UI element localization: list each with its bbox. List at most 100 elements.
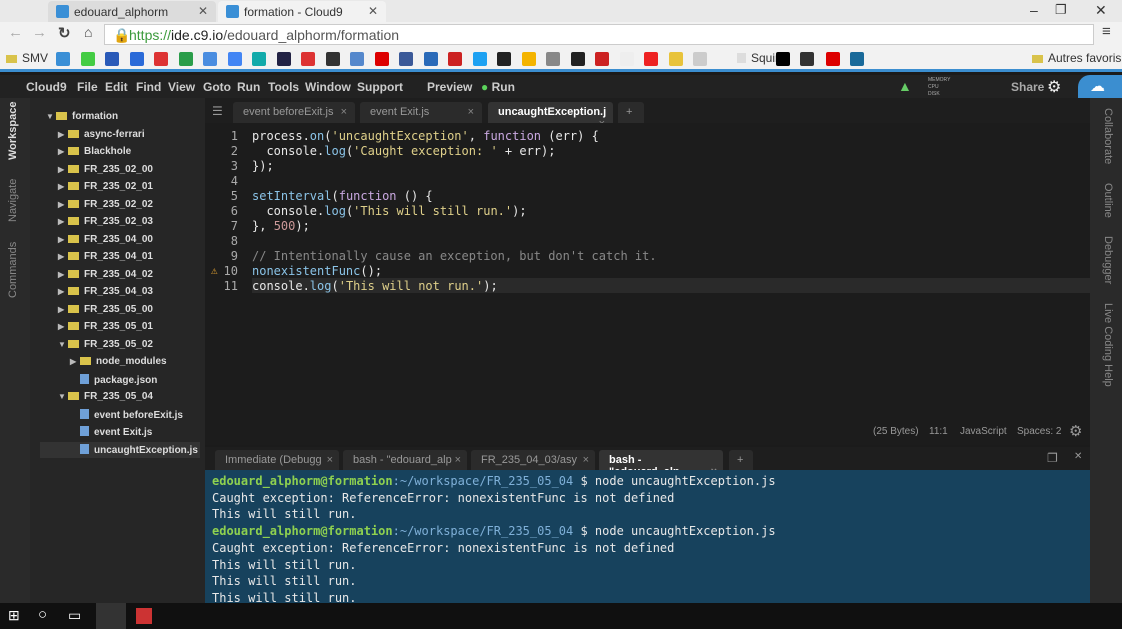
tree-item[interactable]: uncaughtException.js	[40, 441, 200, 458]
browser-tab[interactable]: edouard_alphorm ✕	[48, 1, 216, 22]
code-editor[interactable]: 1 process.on('uncaughtException', functio…	[205, 123, 1090, 445]
editor-tab[interactable]: event Exit.js ×	[360, 102, 482, 123]
bookmark-icon[interactable]	[595, 52, 609, 66]
menu-tools[interactable]: Tools	[268, 80, 299, 94]
preview-button[interactable]: Preview	[427, 80, 472, 94]
editor-tab[interactable]: uncaughtException.j×	[488, 102, 613, 130]
bookmark-icon[interactable]	[521, 52, 536, 66]
bookmark-smv[interactable]: SMV	[6, 51, 48, 65]
panel-outline[interactable]: Outline	[1102, 183, 1114, 218]
tree-item[interactable]: event beforeExit.js	[70, 408, 183, 421]
close-icon[interactable]: ✕	[368, 4, 378, 18]
gear-icon[interactable]: ⚙	[1069, 422, 1082, 440]
bookmark-icon[interactable]	[301, 52, 315, 66]
tree-item[interactable]: ▼ FR_235_05_04	[58, 391, 153, 402]
close-window-button[interactable]: ✕	[1095, 2, 1107, 19]
menu-support[interactable]: Support	[357, 80, 403, 94]
windows-start-icon[interactable]: ⊞	[8, 607, 20, 624]
bookmark-icon[interactable]	[80, 52, 95, 66]
run-button[interactable]: ● Run	[481, 80, 515, 94]
menu-edit[interactable]: Edit	[105, 80, 128, 94]
minimize-button[interactable]: –	[1030, 2, 1038, 18]
bookmark-icon[interactable]	[203, 52, 217, 66]
bookmark-icon[interactable]	[374, 52, 389, 66]
bookmark-icon[interactable]	[448, 52, 462, 66]
tree-item[interactable]: ▶ FR_235_02_02	[58, 199, 153, 210]
menu-window[interactable]: Window	[305, 80, 351, 94]
bookmark-icon[interactable]	[693, 52, 707, 66]
tree-item[interactable]: package.json	[70, 373, 157, 386]
menu-icon[interactable]: ≡	[1102, 23, 1111, 40]
tree-item[interactable]: ▶ FR_235_04_00	[58, 234, 153, 245]
panel-navigate[interactable]: Navigate	[7, 179, 19, 222]
task-view-icon[interactable]: ▭	[68, 607, 81, 624]
tree-item[interactable]: ▶ Blackhole	[58, 146, 131, 157]
close-icon[interactable]: ×	[327, 454, 333, 466]
reload-icon[interactable]: ↻	[58, 24, 71, 42]
bookmark-icon[interactable]	[423, 52, 438, 66]
menu-goto[interactable]: Goto	[203, 80, 231, 94]
terminal-tab[interactable]: Immediate (Debugg ×	[215, 450, 339, 471]
menu-find[interactable]: Find	[136, 80, 161, 94]
close-icon[interactable]: ×	[583, 454, 589, 466]
tree-item[interactable]: ▼ FR_235_05_02	[58, 339, 153, 350]
bookmark-icon[interactable]	[644, 52, 658, 66]
avatar-icon[interactable]: ▲	[898, 78, 912, 94]
cloud9-logo[interactable]: ☁	[1078, 75, 1122, 98]
terminal-tab[interactable]: bash - "edouard_alp×	[599, 450, 723, 478]
tab-list-icon[interactable]: ☰	[212, 104, 223, 118]
close-icon[interactable]: ×	[455, 454, 461, 466]
bookmark-icon[interactable]	[154, 52, 168, 66]
tree-item[interactable]: ▶ node_modules	[70, 356, 167, 367]
panel-commands[interactable]: Commands	[7, 242, 19, 298]
tree-item[interactable]: ▶ FR_235_05_00	[58, 304, 153, 315]
tree-item[interactable]: ▶ FR_235_04_02	[58, 269, 153, 280]
chrome-taskbar-icon[interactable]	[96, 603, 126, 629]
tree-item[interactable]: ▶ FR_235_02_01	[58, 181, 153, 192]
new-terminal-button[interactable]: +	[729, 450, 753, 471]
bookmark-icon[interactable]	[570, 52, 585, 66]
language-mode[interactable]: JavaScript	[960, 426, 1007, 437]
close-icon[interactable]: ✕	[198, 4, 208, 18]
home-icon[interactable]: ⌂	[84, 24, 92, 40]
terminal-tab[interactable]: FR_235_04_03/asy ×	[471, 450, 595, 471]
bookmark-other[interactable]: Autres favoris	[1032, 51, 1121, 65]
tree-item[interactable]: ▶ async-ferrari	[58, 129, 145, 140]
bookmark-icon[interactable]	[252, 52, 266, 66]
bookmark-icon[interactable]	[105, 52, 119, 66]
tree-item[interactable]: ▶ FR_235_05_01	[58, 321, 153, 332]
forward-icon[interactable]: →	[32, 24, 47, 41]
panel-workspace[interactable]: Workspace	[7, 102, 19, 161]
bookmark-icon[interactable]	[129, 52, 144, 66]
bookmark-icon[interactable]	[826, 52, 840, 66]
panel-debugger[interactable]: Debugger	[1102, 236, 1114, 284]
maximize-icon[interactable]: ❐	[1047, 451, 1058, 465]
gear-icon[interactable]: ⚙	[1047, 77, 1061, 97]
tree-item[interactable]: ▶ FR_235_04_03	[58, 286, 153, 297]
share-button[interactable]: Share	[1011, 80, 1044, 94]
close-icon[interactable]: ×	[341, 106, 347, 118]
panel-live-coding-help[interactable]: Live Coding Help	[1102, 303, 1114, 387]
menu-cloud9[interactable]: Cloud9	[26, 80, 67, 94]
bookmark-icon[interactable]	[472, 52, 487, 66]
terminal-tab[interactable]: bash - "edouard_alp×	[343, 450, 467, 471]
bookmark-icon[interactable]	[668, 52, 683, 66]
close-icon[interactable]: ×	[468, 106, 474, 118]
bookmark-icon[interactable]	[497, 52, 511, 66]
indent-setting[interactable]: Spaces: 2	[1017, 426, 1061, 437]
bookmark-icon[interactable]	[800, 52, 814, 66]
url-input[interactable]: 🔒 https://ide.c9.io/edouard_alphorm/forma…	[104, 24, 1094, 45]
panel-collaborate[interactable]: Collaborate	[1102, 108, 1114, 164]
tree-item[interactable]: ▶ FR_235_04_01	[58, 251, 153, 262]
bookmark-icon[interactable]	[227, 52, 242, 66]
bookmark-icon[interactable]	[850, 52, 864, 66]
bookmark-icon[interactable]	[276, 52, 291, 66]
terminal[interactable]: edouard_alphorm@formation:~/workspace/FR…	[205, 470, 1090, 605]
bookmark-icon[interactable]	[776, 52, 790, 66]
tree-item[interactable]: ▶ FR_235_02_00	[58, 164, 153, 175]
close-icon[interactable]: ✕	[1074, 451, 1082, 462]
restore-button[interactable]: ❐	[1055, 2, 1067, 18]
search-icon[interactable]: ○	[38, 606, 47, 623]
tree-item[interactable]: ▶ FR_235_02_03	[58, 216, 153, 227]
bookmark-icon[interactable]	[178, 52, 193, 66]
